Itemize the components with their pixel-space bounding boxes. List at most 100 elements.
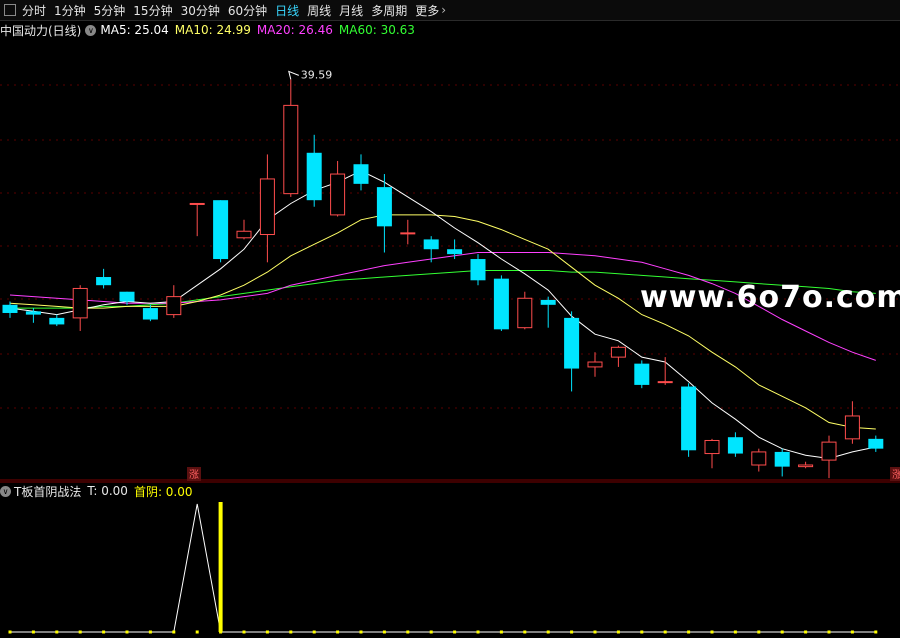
candle <box>821 435 837 479</box>
baseline-dot <box>757 630 761 634</box>
candle-body <box>259 178 275 236</box>
candle-body <box>610 346 626 358</box>
candle <box>49 314 65 327</box>
baseline-dot <box>125 630 129 634</box>
candle-body <box>868 438 884 449</box>
candle-body <box>96 277 112 286</box>
candle <box>330 160 346 217</box>
max-price-marker <box>288 70 299 80</box>
candle <box>213 200 229 263</box>
candle <box>564 311 580 392</box>
baseline-dot <box>804 630 808 634</box>
candle-body <box>330 173 346 216</box>
candle-body <box>189 202 205 205</box>
candle-body <box>236 230 252 239</box>
candle <box>72 285 88 331</box>
baseline-dot <box>733 630 737 634</box>
ma60-value: MA60: 30.63 <box>338 23 415 37</box>
indicator-t-value: T: 0.00 <box>87 484 128 498</box>
zhang-label: 涨 <box>892 469 900 481</box>
baseline-dot <box>429 630 433 634</box>
indicator-legend: ∨ T板首阴战法 T: 0.00 首阴: 0.00 <box>0 483 193 499</box>
candle <box>610 345 626 367</box>
candle <box>704 438 720 469</box>
candle-body <box>49 317 65 325</box>
candle-body <box>119 291 135 302</box>
candlestick-series <box>2 79 884 479</box>
candle <box>868 435 884 452</box>
baseline-dot <box>382 630 386 634</box>
candle-body <box>540 299 556 305</box>
candle <box>259 154 275 263</box>
candle-body <box>821 441 837 461</box>
baseline-dot <box>289 630 293 634</box>
candle <box>189 202 205 237</box>
baseline-dot <box>687 630 691 634</box>
stock-chart[interactable]: 39.59 涨 涨 <box>0 0 900 638</box>
baseline-dot <box>850 630 854 634</box>
candle-body <box>306 152 322 201</box>
candle-body <box>657 381 673 384</box>
baseline-dot <box>31 630 35 634</box>
main-legend: 中国动力(日线) ∨ MA5: 25.04 MA10: 24.99 MA20: … <box>0 22 421 38</box>
candle <box>493 275 509 331</box>
candle-body <box>353 164 369 184</box>
candle-body <box>142 308 158 320</box>
baseline-dot <box>265 630 269 634</box>
watermark-text: www.6o7o.com <box>640 280 900 315</box>
candle <box>470 254 486 286</box>
zhang-label: 涨 <box>189 469 199 481</box>
baseline-dot <box>336 630 340 634</box>
baseline-dot <box>523 630 527 634</box>
baseline-dot <box>172 630 176 634</box>
baseline-dot <box>312 630 316 634</box>
candle <box>540 296 556 328</box>
t-signal-line <box>10 503 876 633</box>
baseline-dot <box>570 630 574 634</box>
indicator-panel <box>8 502 878 634</box>
candle <box>236 219 252 240</box>
indicator-settings-icon[interactable]: ∨ <box>0 485 11 497</box>
baseline-dot <box>453 630 457 634</box>
baseline-dot <box>593 630 597 634</box>
baseline-dot <box>663 630 667 634</box>
candle-body <box>774 451 790 467</box>
candle-body <box>447 249 463 255</box>
stock-name: 中国动力(日线) <box>0 23 82 38</box>
baseline-dot <box>78 630 82 634</box>
candle-body <box>470 259 486 281</box>
candle <box>517 291 533 330</box>
candle <box>96 268 112 289</box>
candle-body <box>493 278 509 330</box>
candle <box>166 285 182 318</box>
baseline-dot <box>195 630 199 634</box>
baseline-dot <box>102 630 106 634</box>
indicator-name: T板首阴战法 <box>14 484 82 499</box>
candle-body <box>798 464 814 468</box>
candle-body <box>376 187 392 227</box>
baseline-dot <box>499 630 503 634</box>
baseline-dot <box>546 630 550 634</box>
candle <box>751 448 767 472</box>
ma10-line <box>9 214 876 430</box>
candle <box>774 448 790 477</box>
settings-circle-icon[interactable]: ∨ <box>85 24 97 36</box>
max-price-label: 39.59 <box>301 68 333 81</box>
candle-body <box>727 437 743 454</box>
candle <box>727 432 743 457</box>
candle <box>634 360 650 389</box>
candle-body <box>213 200 229 260</box>
baseline-dot <box>616 630 620 634</box>
baseline-dot <box>640 630 644 634</box>
baseline-dot <box>874 630 878 634</box>
ma5-value: MA5: 25.04 <box>100 23 169 37</box>
baseline-dot <box>476 630 480 634</box>
shouyin-bar <box>218 502 223 632</box>
candle-body <box>751 451 767 466</box>
candle <box>306 134 322 207</box>
baseline-dot <box>359 630 363 634</box>
candle-body <box>166 296 182 316</box>
candle <box>587 352 603 377</box>
candle <box>283 79 299 197</box>
candle <box>400 219 416 245</box>
